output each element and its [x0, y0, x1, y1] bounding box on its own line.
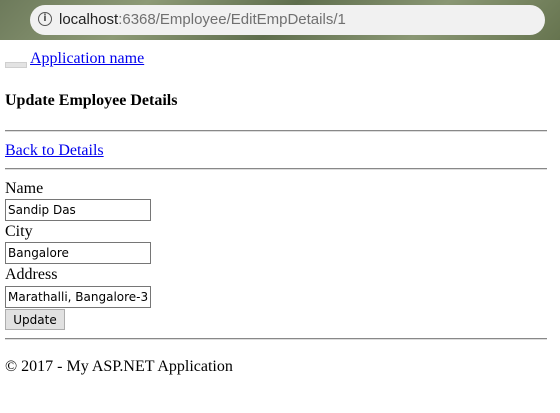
url-box[interactable]: i localhost:6368/Employee/EditEmpDetails…	[30, 5, 545, 35]
address-field[interactable]	[5, 286, 151, 308]
info-icon[interactable]: i	[38, 12, 52, 26]
url-host: localhost	[59, 11, 119, 28]
brand-link[interactable]: Application name	[30, 50, 144, 68]
name-label: Name	[5, 180, 44, 197]
url-text[interactable]: localhost:6368/Employee/EditEmpDetails/1	[59, 11, 346, 28]
url-path: :6368/Employee/EditEmpDetails/1	[118, 11, 346, 28]
address-label: Address	[5, 266, 58, 283]
name-field[interactable]	[5, 199, 151, 221]
divider	[5, 338, 547, 340]
back-to-details-link[interactable]: Back to Details	[5, 142, 104, 160]
page-title: Update Employee Details	[5, 92, 178, 109]
footer-text: © 2017 - My ASP.NET Application	[5, 358, 233, 375]
navbar-toggle-button[interactable]	[5, 62, 27, 68]
divider	[5, 130, 547, 132]
browser-address-bar: i localhost:6368/Employee/EditEmpDetails…	[0, 0, 560, 40]
city-field[interactable]	[5, 242, 151, 264]
update-button[interactable]: Update	[5, 309, 65, 330]
city-label: City	[5, 223, 33, 240]
divider	[5, 168, 547, 170]
